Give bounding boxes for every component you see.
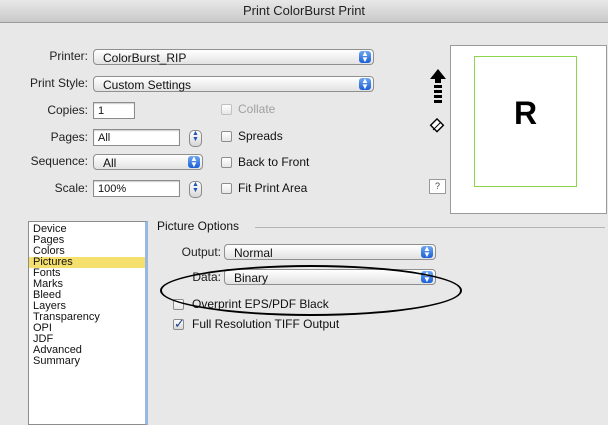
printer-value: ColorBurst_RIP <box>103 51 187 65</box>
print-style-popup[interactable]: Custom Settings ▲ ▼ <box>93 76 374 92</box>
output-value: Normal <box>234 246 273 260</box>
paper-feed-icon[interactable] <box>429 118 445 134</box>
full-res-tiff-checkbox[interactable]: ✓ <box>173 316 185 331</box>
list-item-summary[interactable]: Summary <box>29 356 145 367</box>
back-to-front-label: Back to Front <box>238 155 310 169</box>
back-to-front-checkbox[interactable] <box>221 157 232 168</box>
spreads-checkbox[interactable] <box>221 131 232 142</box>
page-margin-guide: R <box>474 56 577 187</box>
fit-print-area-label: Fit Print Area <box>238 181 308 195</box>
help-button[interactable]: ? <box>429 179 446 194</box>
spreads-label: Spreads <box>238 129 283 143</box>
scale-field[interactable]: 100% <box>93 180 180 197</box>
print-style-value: Custom Settings <box>103 78 192 92</box>
collate-label: Collate <box>238 102 276 116</box>
sequence-label: Sequence: <box>30 154 88 168</box>
sequence-popup[interactable]: All ▲ ▼ <box>93 154 203 170</box>
window-title: Print ColorBurst Print <box>242 3 366 18</box>
page-preview: R <box>450 45 607 214</box>
popup-arrows-icon: ▲ ▼ <box>359 50 371 64</box>
pages-field[interactable]: All <box>93 129 180 146</box>
checkmark-icon: ✓ <box>174 316 185 331</box>
page-letter: R <box>513 95 538 131</box>
pages-stepper-icon[interactable]: ▲ ▼ <box>189 130 202 147</box>
copies-field[interactable]: 1 <box>93 102 135 119</box>
pages-label: Pages: <box>50 130 88 144</box>
printer-label: Printer: <box>49 49 88 63</box>
popup-arrows-icon: ▲ ▼ <box>188 155 200 169</box>
printer-popup[interactable]: ColorBurst_RIP ▲ ▼ <box>93 49 374 65</box>
print-style-label: Print Style: <box>29 76 88 90</box>
print-dialog: Printer: ColorBurst_RIP ▲ ▼ Print Style: … <box>0 23 608 425</box>
highlight-ellipse <box>160 265 462 316</box>
sequence-value: All <box>103 156 117 170</box>
section-divider <box>255 227 605 228</box>
popup-arrows-icon: ▲ ▼ <box>359 77 371 91</box>
popup-arrows-icon: ▲ ▼ <box>421 245 433 259</box>
scale-label: Scale: <box>54 181 88 195</box>
collate-checkbox[interactable] <box>221 104 232 115</box>
output-label: Output: <box>181 245 221 259</box>
window-title-bar: Print ColorBurst Print <box>0 0 608 23</box>
copies-label: Copies: <box>47 103 88 117</box>
full-res-tiff-label: Full Resolution TIFF Output <box>192 317 340 331</box>
scale-stepper-icon[interactable]: ▲ ▼ <box>189 181 202 198</box>
page-orientation-arrow-icon[interactable] <box>430 69 446 109</box>
output-popup[interactable]: Normal ▲ ▼ <box>224 244 436 260</box>
picture-options-title: Picture Options <box>157 219 240 233</box>
fit-print-area-checkbox[interactable] <box>221 183 232 194</box>
category-list: Device Pages Colors Pictures Fonts Marks… <box>28 221 148 425</box>
